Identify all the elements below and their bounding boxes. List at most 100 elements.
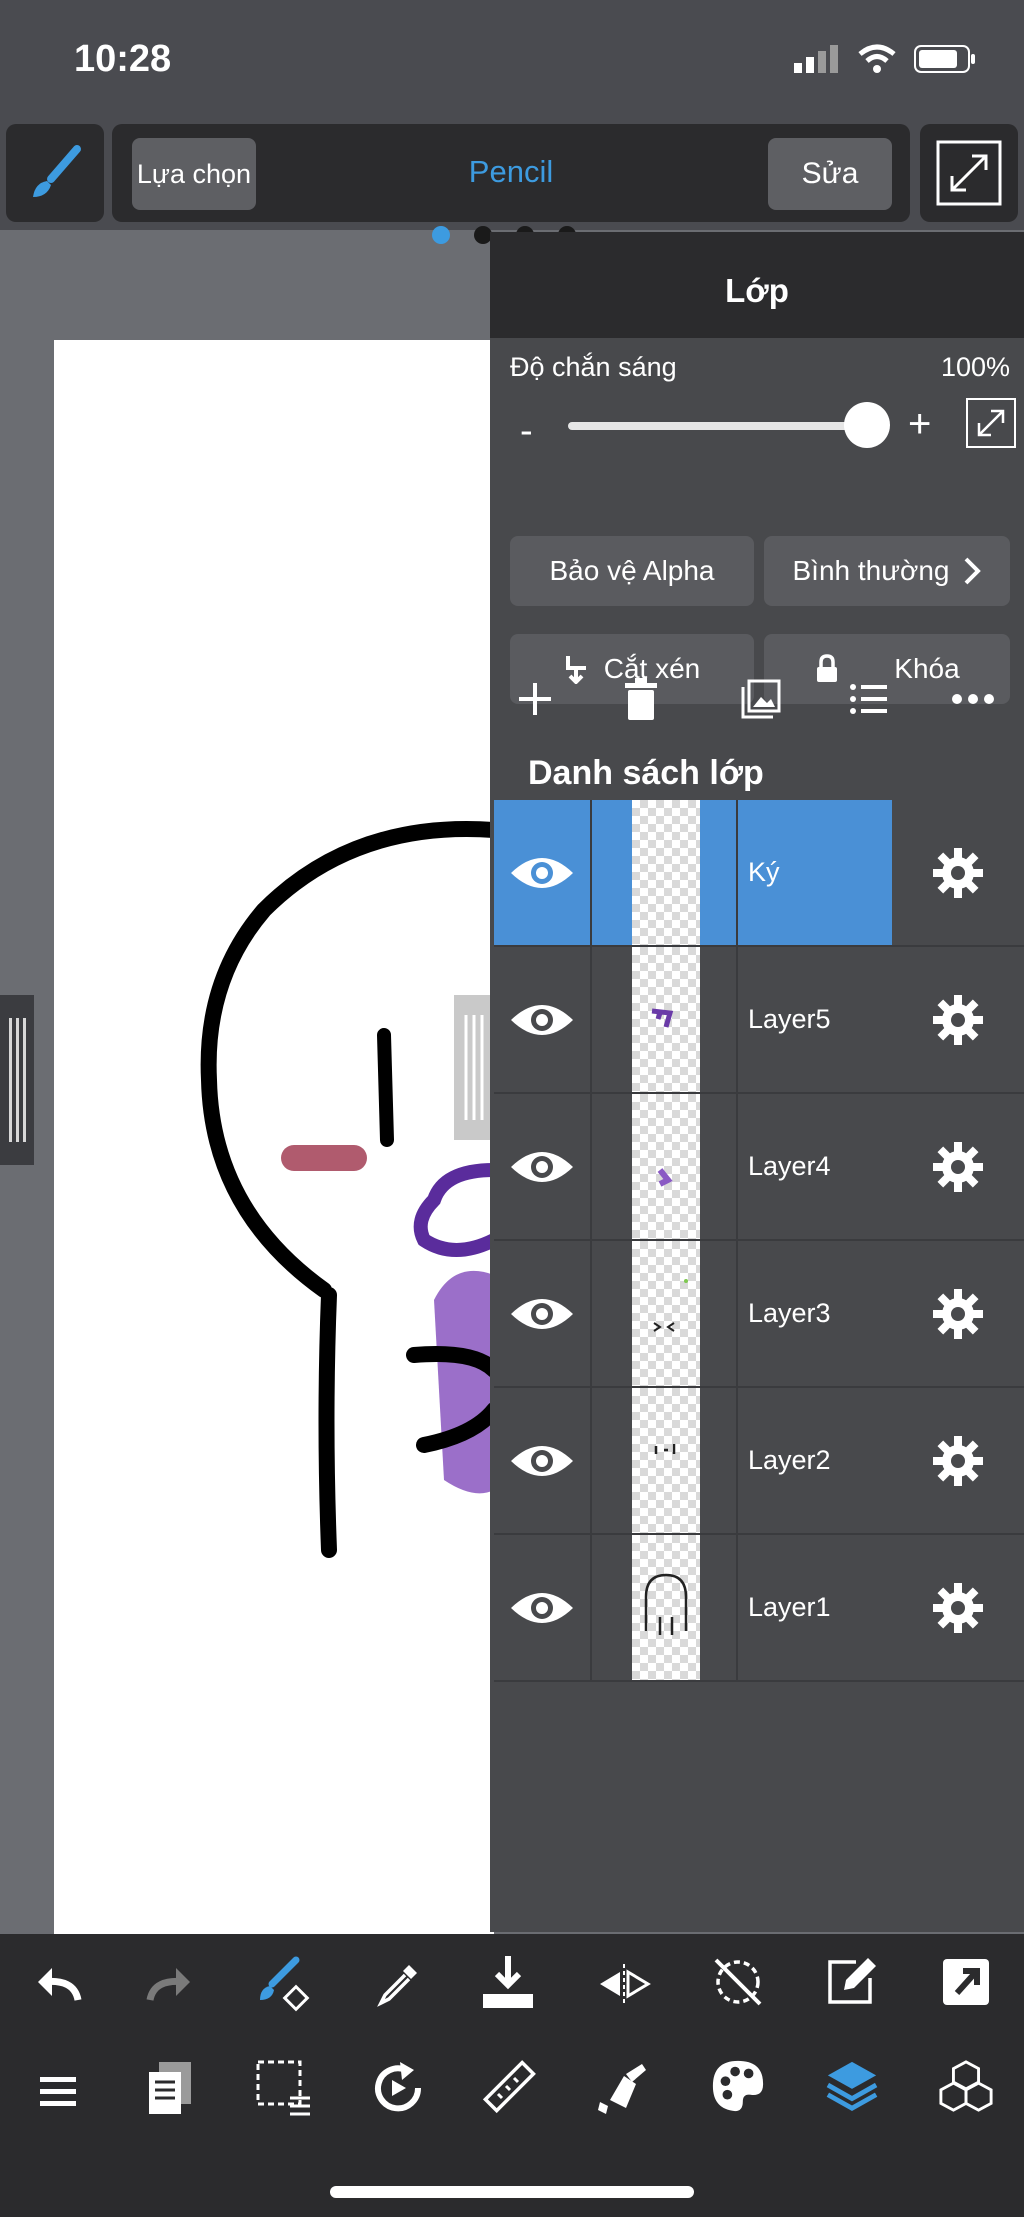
layer-panel: Lớp Độ chắn sáng 100% - + Bảo vệ Alpha B… (490, 232, 1024, 1932)
import-button[interactable] (480, 1954, 536, 2010)
image-icon (741, 679, 781, 719)
layer-row[interactable]: Layer2 (494, 1388, 1024, 1535)
rotate-button[interactable] (370, 2060, 426, 2116)
transform-button[interactable] (824, 1954, 880, 2010)
selection-button[interactable] (256, 2060, 312, 2116)
opacity-slider-thumb[interactable] (844, 402, 890, 448)
share-button[interactable] (938, 1954, 994, 2010)
menu-icon (40, 2077, 76, 2106)
layer-row[interactable]: Ký (494, 800, 1024, 947)
brush-icon (33, 145, 81, 197)
visibility-toggle[interactable] (494, 1535, 592, 1680)
layer-gap (700, 1388, 738, 1533)
add-layer-button[interactable] (510, 674, 560, 724)
layer-clip-cell (592, 1241, 632, 1386)
alpha-protect-button[interactable]: Bảo vệ Alpha (510, 536, 754, 606)
opacity-expand-button[interactable] (966, 398, 1016, 448)
list-icon (850, 684, 887, 714)
opacity-decrease-button[interactable]: - (520, 410, 533, 453)
pages-icon (149, 2062, 191, 2114)
layer-list-button[interactable] (844, 674, 894, 724)
panel-header: Lớp (490, 232, 1024, 338)
brush-eraser-button[interactable] (256, 1956, 312, 2012)
edit-icon (828, 1958, 876, 2004)
menu-button[interactable] (30, 2064, 86, 2120)
layer-clip-cell (592, 1094, 632, 1239)
gear-icon (933, 994, 983, 1045)
delete-layer-button[interactable] (616, 674, 666, 724)
layer-gap (700, 1535, 738, 1680)
more-options-button[interactable] (948, 674, 998, 724)
blend-mode-button[interactable]: Bình thường (764, 536, 1010, 606)
eye-icon (511, 1151, 573, 1182)
visibility-toggle[interactable] (494, 1388, 592, 1533)
layer-row[interactable]: Layer5 (494, 947, 1024, 1094)
selection-icon (256, 2060, 310, 2116)
color-palette-button[interactable] (710, 2058, 766, 2114)
handle-line (22, 1018, 26, 1142)
snap-off-button[interactable] (710, 1954, 766, 2010)
undo-icon (38, 1968, 82, 2001)
layer-settings-button[interactable] (892, 1241, 1024, 1386)
share-icon (943, 1959, 989, 2005)
visibility-toggle[interactable] (494, 947, 592, 1092)
handle-line (15, 1018, 19, 1142)
layer-settings-button[interactable] (892, 1388, 1024, 1533)
eye-icon (511, 1445, 573, 1476)
layer-thumbnail (632, 800, 700, 945)
expand-icon (977, 409, 1005, 437)
gear-icon (933, 1288, 983, 1339)
visibility-toggle[interactable] (494, 1094, 592, 1239)
layer-thumbnail-art (644, 1573, 688, 1635)
redo-button[interactable] (142, 1956, 198, 2012)
fullscreen-button[interactable] (920, 124, 1018, 222)
opacity-slider[interactable] (568, 422, 858, 430)
layer-image-button[interactable] (736, 674, 786, 724)
layer-thumbnail-art (657, 1168, 673, 1187)
handle-line (8, 1018, 12, 1142)
eye-icon (511, 1592, 573, 1623)
blend-mode-label: Bình thường (792, 555, 950, 586)
visibility-toggle[interactable] (494, 1241, 592, 1386)
pages-button[interactable] (142, 2060, 198, 2116)
tool-selector: Lựa chọn Pencil Sửa (112, 124, 910, 222)
fill-button[interactable] (596, 2060, 652, 2116)
drawing-canvas[interactable] (54, 340, 502, 1934)
expand-icon (936, 140, 1002, 206)
layer-thumbnail (632, 1535, 700, 1680)
layers-button[interactable] (824, 2058, 880, 2114)
layer-settings-button[interactable] (892, 1535, 1024, 1680)
layer-list: Ký Layer5 Layer4 Layer3 Layer2 Layer1 (494, 800, 1024, 1682)
undo-button[interactable] (30, 1956, 86, 2012)
layer-gap (700, 1094, 738, 1239)
bottom-toolbar-actions (0, 1934, 1024, 2034)
opacity-increase-button[interactable]: + (908, 402, 931, 447)
layers-icon (826, 2061, 878, 2111)
eye-icon (511, 1298, 573, 1329)
layer-settings-button[interactable] (892, 947, 1024, 1092)
home-indicator[interactable] (330, 2186, 694, 2198)
canvas-side-handle[interactable] (0, 995, 34, 1165)
layer-gap (700, 800, 738, 945)
flip-button[interactable] (596, 1956, 652, 2012)
visibility-toggle[interactable] (494, 800, 592, 945)
layer-settings-button[interactable] (892, 1094, 1024, 1239)
layer-clip-cell (592, 947, 632, 1092)
brush-tool-button[interactable] (6, 124, 104, 222)
layer-name: Ký (738, 800, 892, 945)
page-dot[interactable] (432, 226, 450, 244)
layer-clip-cell (592, 1388, 632, 1533)
layer-thumbnail (632, 1241, 700, 1386)
layer-gap (700, 947, 738, 1092)
eyedropper-button[interactable] (370, 1956, 426, 2012)
ruler-button[interactable] (480, 2060, 536, 2116)
gear-icon (933, 1141, 983, 1192)
layer-row[interactable]: Layer1 (494, 1535, 1024, 1682)
status-icons (794, 44, 976, 74)
edit-button[interactable]: Sửa (768, 138, 892, 210)
layer-row[interactable]: Layer4 (494, 1094, 1024, 1241)
ruler-icon (482, 2060, 536, 2114)
layer-row[interactable]: Layer3 (494, 1241, 1024, 1388)
materials-button[interactable] (938, 2058, 994, 2114)
layer-settings-button[interactable] (892, 800, 1024, 945)
